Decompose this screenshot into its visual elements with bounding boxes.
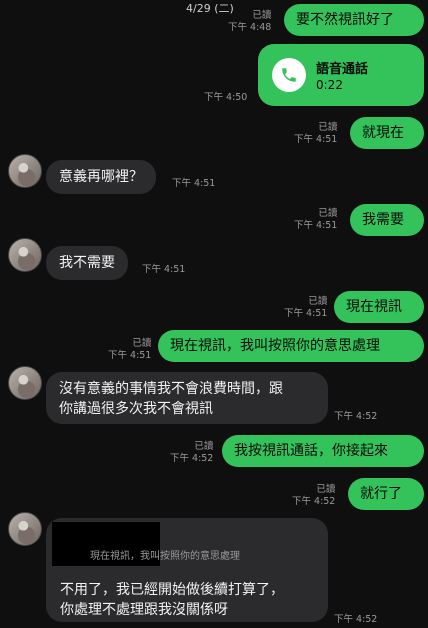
quoted-message: 現在視訊，我叫按照你的意思處理 xyxy=(90,551,240,562)
message-meta: 下午 4:52 xyxy=(334,411,377,423)
message-meta: 已讀 下午 4:48 xyxy=(228,10,271,34)
message-time: 下午 4:48 xyxy=(228,22,272,33)
outgoing-message[interactable]: 我按視訊通話，你接起來 xyxy=(222,435,424,467)
incoming-message[interactable]: 意義再哪裡？ xyxy=(46,160,156,194)
phone-icon xyxy=(272,58,306,92)
outgoing-message[interactable]: 現在視訊，我叫按照你的意思處理 xyxy=(158,330,424,362)
message-line: 沒有意義的事情我不會浪費時間，跟 xyxy=(59,381,283,397)
read-receipt: 已讀 xyxy=(132,338,152,349)
message-time: 下午 4:51 xyxy=(108,350,152,361)
message-time: 下午 4:51 xyxy=(294,220,338,231)
outgoing-message[interactable]: 就現在 xyxy=(350,117,424,149)
avatar[interactable] xyxy=(8,238,42,272)
incoming-message[interactable]: 我不需要 xyxy=(46,246,128,280)
outgoing-message[interactable]: 就行了 xyxy=(348,478,424,510)
message-time: 下午 4:51 xyxy=(172,178,216,189)
read-receipt: 已讀 xyxy=(318,208,338,219)
outgoing-message[interactable]: 現在視訊 xyxy=(334,291,424,323)
call-title: 語音通話 xyxy=(316,62,369,77)
read-receipt: 已讀 xyxy=(318,122,338,133)
avatar[interactable] xyxy=(8,512,42,546)
message-meta: 已讀 下午 4:51 xyxy=(294,208,337,232)
message-meta: 下午 4:52 xyxy=(334,614,377,626)
message-time: 下午 4:51 xyxy=(294,134,338,145)
call-duration: 0:22 xyxy=(316,78,343,92)
avatar[interactable] xyxy=(8,154,42,188)
incoming-message[interactable]: 沒有意義的事情我不會浪費時間，跟 你講過很多次我不會視訊 xyxy=(46,372,328,424)
read-receipt: 已讀 xyxy=(252,10,272,21)
message-time: 下午 4:52 xyxy=(170,453,214,464)
message-meta: 下午 4:50 xyxy=(204,92,247,104)
message-meta: 下午 4:51 xyxy=(172,178,215,190)
message-time: 下午 4:51 xyxy=(142,264,186,275)
message-time: 下午 4:50 xyxy=(204,92,248,103)
avatar[interactable] xyxy=(8,366,42,400)
message-meta: 已讀 下午 4:52 xyxy=(170,441,213,465)
message-time: 下午 4:52 xyxy=(292,496,336,507)
incoming-reply-text: 不用了，我已經開始做後續打算了， 你處理不處理跟我沒關係呀 xyxy=(60,580,284,620)
outgoing-message[interactable]: 要不然視訊好了 xyxy=(284,4,424,36)
voice-call-bubble[interactable]: 語音通話 0:22 xyxy=(258,44,424,106)
message-time: 下午 4:52 xyxy=(334,614,378,625)
message-line: 你講過很多次我不會視訊 xyxy=(59,401,213,417)
outgoing-message[interactable]: 我需要 xyxy=(350,204,424,236)
message-time: 下午 4:52 xyxy=(334,411,378,422)
message-meta: 已讀 下午 4:51 xyxy=(108,338,151,362)
message-time: 下午 4:51 xyxy=(284,308,328,319)
message-meta: 已讀 下午 4:52 xyxy=(292,484,335,508)
read-receipt: 已讀 xyxy=(308,296,328,307)
message-line: 你處理不處理跟我沒關係呀 xyxy=(60,602,228,618)
message-meta: 下午 4:51 xyxy=(142,264,185,276)
read-receipt: 已讀 xyxy=(316,484,336,495)
message-line: 不用了，我已經開始做後續打算了， xyxy=(60,582,284,598)
read-receipt: 已讀 xyxy=(194,441,214,452)
message-meta: 已讀 下午 4:51 xyxy=(284,296,327,320)
date-header: 4/29 (二) xyxy=(186,2,234,15)
message-meta: 已讀 下午 4:51 xyxy=(294,122,337,146)
